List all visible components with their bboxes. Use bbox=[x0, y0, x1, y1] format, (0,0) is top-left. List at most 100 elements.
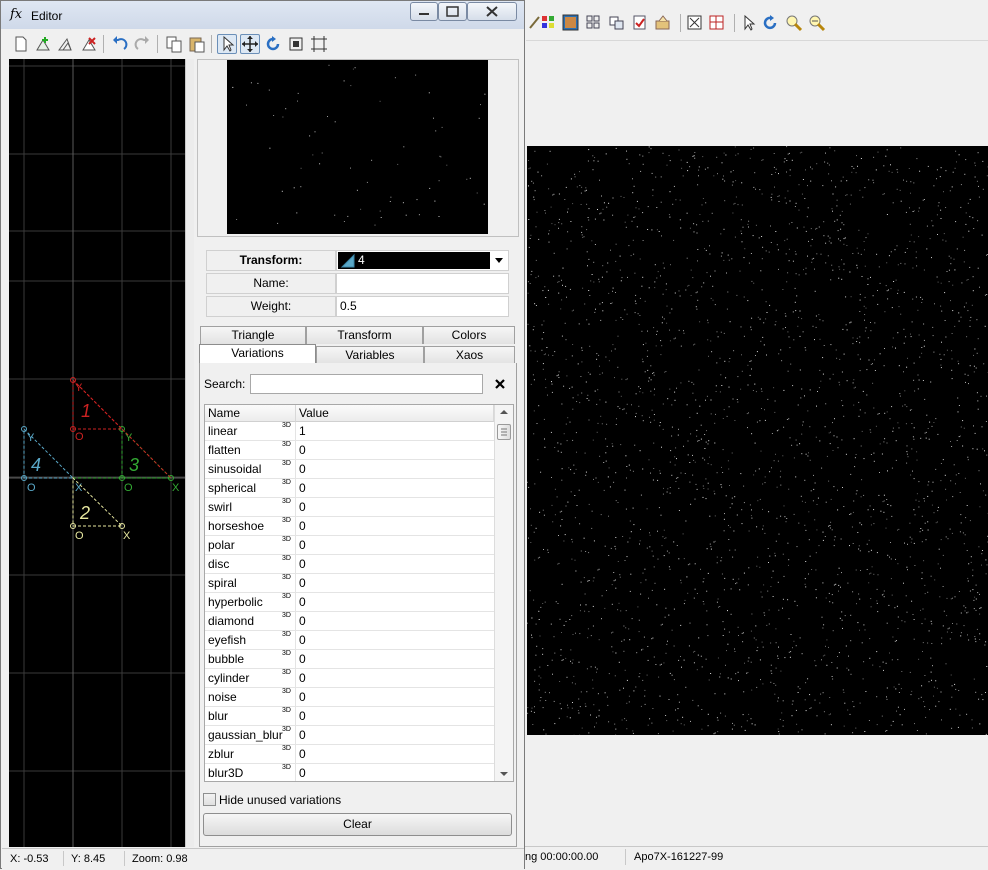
select-pointer-icon[interactable] bbox=[740, 14, 758, 32]
rotate-mode-icon[interactable] bbox=[263, 34, 283, 54]
variation-value[interactable]: 0 bbox=[299, 481, 306, 495]
close-button[interactable] bbox=[467, 2, 517, 21]
variation-value[interactable]: 1 bbox=[299, 424, 306, 438]
add-transform-icon[interactable] bbox=[33, 34, 53, 54]
table-row[interactable]: gaussian_blur3D0 bbox=[205, 726, 494, 745]
name-field[interactable] bbox=[336, 273, 509, 294]
flip-mode-icon[interactable] bbox=[309, 34, 329, 54]
image-size-icon[interactable] bbox=[708, 14, 726, 32]
clear-search-icon[interactable] bbox=[494, 378, 506, 390]
mutate-icon[interactable] bbox=[585, 14, 603, 32]
hide-unused-label[interactable]: Hide unused variations bbox=[219, 793, 341, 807]
tab-transform[interactable]: Transform bbox=[306, 326, 423, 344]
transform-select[interactable]: 4 bbox=[336, 250, 509, 271]
column-header-name[interactable]: Name bbox=[205, 405, 296, 422]
variation-name: hyperbolic bbox=[208, 595, 263, 609]
table-row[interactable]: noise3D0 bbox=[205, 688, 494, 707]
variation-value[interactable]: 0 bbox=[299, 633, 306, 647]
table-row[interactable]: bubble3D0 bbox=[205, 650, 494, 669]
tab-colors[interactable]: Colors bbox=[423, 326, 515, 344]
tab-variations[interactable]: Variations bbox=[199, 344, 316, 365]
tab-variables[interactable]: Variables bbox=[316, 346, 424, 364]
triangle-view-scrollbar[interactable] bbox=[185, 59, 194, 847]
zoom-in-icon[interactable] bbox=[785, 14, 803, 32]
variation-3d-tag: 3D bbox=[282, 422, 291, 429]
scroll-up-icon[interactable] bbox=[500, 409, 508, 415]
table-row[interactable]: spherical3D0 bbox=[205, 479, 494, 498]
tab-xaos[interactable]: Xaos bbox=[424, 346, 515, 364]
variation-value[interactable]: 0 bbox=[299, 690, 306, 704]
search-input[interactable] bbox=[250, 374, 483, 394]
table-row[interactable]: disc3D0 bbox=[205, 555, 494, 574]
variations-scrollbar[interactable] bbox=[494, 405, 514, 781]
column-header-value[interactable]: Value bbox=[296, 405, 494, 422]
variation-3d-tag: 3D bbox=[282, 498, 291, 505]
table-row[interactable]: flatten3D0 bbox=[205, 441, 494, 460]
weight-field[interactable]: 0.5 bbox=[336, 296, 509, 317]
table-row[interactable]: polar3D0 bbox=[205, 536, 494, 555]
variation-value[interactable]: 0 bbox=[299, 709, 306, 723]
scroll-down-icon[interactable] bbox=[500, 771, 508, 777]
variation-value[interactable]: 0 bbox=[299, 728, 306, 742]
variation-value[interactable]: 0 bbox=[299, 595, 306, 609]
table-row[interactable]: blur3D0 bbox=[205, 707, 494, 726]
fractal-render-view[interactable] bbox=[527, 146, 988, 735]
copy-icon[interactable] bbox=[164, 34, 184, 54]
table-row[interactable]: sinusoidal3D0 bbox=[205, 460, 494, 479]
variation-value[interactable]: 0 bbox=[299, 519, 306, 533]
scroll-thumb[interactable] bbox=[497, 424, 511, 440]
variation-value[interactable]: 0 bbox=[299, 747, 306, 761]
maximize-button[interactable] bbox=[438, 2, 467, 21]
triangle-3-label: 3 bbox=[129, 455, 139, 475]
triangle-2-x: X bbox=[123, 530, 131, 542]
table-row[interactable]: swirl3D0 bbox=[205, 498, 494, 517]
hide-unused-checkbox[interactable] bbox=[203, 793, 216, 806]
variation-name: spiral bbox=[208, 576, 237, 590]
palette-grid-icon[interactable] bbox=[540, 14, 558, 32]
move-mode-icon[interactable] bbox=[240, 34, 260, 54]
table-row[interactable]: diamond3D0 bbox=[205, 612, 494, 631]
table-row[interactable]: blur3D3D0 bbox=[205, 764, 494, 782]
scale-mode-icon[interactable] bbox=[286, 34, 306, 54]
options-icon[interactable] bbox=[631, 14, 649, 32]
tab-triangle[interactable]: Triangle bbox=[200, 326, 306, 344]
table-row[interactable]: linear3D1 bbox=[205, 422, 494, 441]
minimize-button[interactable] bbox=[410, 2, 438, 21]
gradient-icon[interactable] bbox=[562, 14, 580, 32]
variation-3d-tag: 3D bbox=[282, 593, 291, 600]
rotate-icon[interactable] bbox=[762, 14, 780, 32]
table-row[interactable]: spiral3D0 bbox=[205, 574, 494, 593]
export-icon[interactable] bbox=[654, 14, 672, 32]
duplicate-transform-icon[interactable] bbox=[55, 34, 75, 54]
variations-table[interactable]: Name Value linear3D1flatten3D0sinusoidal… bbox=[204, 404, 514, 782]
paste-icon[interactable] bbox=[187, 34, 207, 54]
variation-name: gaussian_blur bbox=[208, 728, 283, 742]
variation-3d-tag: 3D bbox=[282, 631, 291, 638]
delete-transform-icon[interactable] bbox=[79, 34, 99, 54]
redo-icon[interactable] bbox=[132, 34, 152, 54]
variation-value[interactable]: 0 bbox=[299, 443, 306, 457]
variation-value[interactable]: 0 bbox=[299, 538, 306, 552]
variation-value[interactable]: 0 bbox=[299, 500, 306, 514]
variation-value[interactable]: 0 bbox=[299, 766, 306, 780]
adjust-icon[interactable] bbox=[608, 14, 626, 32]
variation-value[interactable]: 0 bbox=[299, 652, 306, 666]
table-row[interactable]: hyperbolic 3D 0 bbox=[205, 593, 494, 612]
clear-button[interactable]: Clear bbox=[203, 813, 512, 836]
variation-value[interactable]: 0 bbox=[299, 614, 306, 628]
select-mode-icon[interactable] bbox=[217, 34, 237, 54]
table-row[interactable]: eyefish3D0 bbox=[205, 631, 494, 650]
variation-value[interactable]: 0 bbox=[299, 462, 306, 476]
variation-value[interactable]: 0 bbox=[299, 557, 306, 571]
triangle-editor-canvas[interactable]: 4OXY3OXY1OY2OX bbox=[9, 59, 185, 847]
undo-icon[interactable] bbox=[110, 34, 130, 54]
table-row[interactable]: zblur3D0 bbox=[205, 745, 494, 764]
variation-value[interactable]: 0 bbox=[299, 576, 306, 590]
variation-value[interactable]: 0 bbox=[299, 671, 306, 685]
table-row[interactable]: cylinder3D0 bbox=[205, 669, 494, 688]
full-view-icon[interactable] bbox=[686, 14, 704, 32]
table-row[interactable]: horseshoe3D0 bbox=[205, 517, 494, 536]
editor-title-bar[interactable]: fx Editor bbox=[1, 1, 524, 29]
zoom-out-icon[interactable] bbox=[808, 14, 826, 32]
new-transform-icon[interactable] bbox=[11, 34, 31, 54]
